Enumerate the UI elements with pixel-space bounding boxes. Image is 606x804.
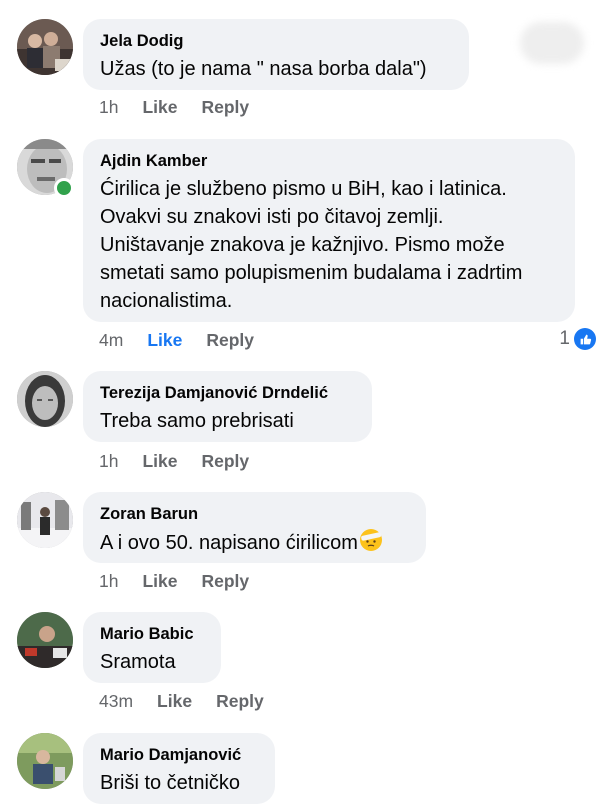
comment-author[interactable]: Mario Damjanović <box>100 745 257 765</box>
comment-time[interactable]: 1h <box>99 451 118 472</box>
comment-text: Ćirilica je službeno pismo u BiH, kao i … <box>100 175 557 315</box>
like-button[interactable]: Like <box>142 571 177 592</box>
comment-bubble: Mario Damjanović Briši to četničko <box>83 733 275 804</box>
comment-bubble: Jela Dodig Užas (to je nama " nasa borba… <box>83 19 469 90</box>
avatar-photo <box>17 492 73 548</box>
reaction-count: 1 <box>559 328 570 349</box>
comment-bubble: Mario Babic Sramota <box>83 612 221 683</box>
like-button[interactable]: Like <box>142 97 177 118</box>
comment-text: Užas (to je nama " nasa borba dala") <box>100 58 427 80</box>
comment-actions: 1h Like Reply <box>99 451 249 472</box>
comment-text: Briši to četničko <box>100 772 241 794</box>
comment-author[interactable]: Terezija Damjanović Drndelić <box>100 383 354 403</box>
comment-author[interactable]: Zoran Barun <box>100 504 408 524</box>
avatar[interactable] <box>17 492 73 548</box>
reply-button[interactable]: Reply <box>202 97 250 118</box>
comment-time[interactable]: 1h <box>99 571 118 592</box>
like-thumb-icon <box>574 328 596 350</box>
avatar-photo <box>17 612 73 668</box>
comment-author[interactable]: Ajdin Kamber <box>100 151 557 171</box>
comment-actions: 43m Like Reply <box>99 691 264 712</box>
comment-text-line: Ćirilica je službeno pismo u BiH, kao i … <box>100 178 507 200</box>
reaction-summary[interactable]: 1 <box>559 328 596 350</box>
reply-button[interactable]: Reply <box>216 691 264 712</box>
avatar[interactable] <box>17 371 73 427</box>
comment-bubble: Ajdin Kamber Ćirilica je službeno pismo … <box>83 139 575 322</box>
comment-bubble: Terezija Damjanović Drndelić Treba samo … <box>83 371 372 442</box>
comment-actions: 1h Like Reply <box>99 571 249 592</box>
comment-text-line: smetati samo polupismenim budalama i zad… <box>100 262 523 284</box>
comment-text-line: Uništavanje znakova je kažnjivo. Pismo m… <box>100 234 505 256</box>
comment-text-line: nacionalistima. <box>100 290 233 312</box>
comment-time[interactable]: 4m <box>99 330 123 351</box>
comment-actions: 4m Like Reply <box>99 330 254 351</box>
avatar-photo <box>17 19 73 75</box>
reply-button[interactable]: Reply <box>202 571 250 592</box>
comment-author[interactable]: Mario Babic <box>100 624 203 644</box>
like-button[interactable]: Like <box>147 330 182 351</box>
comment-time[interactable]: 1h <box>99 97 118 118</box>
comment-bubble: Zoran Barun A i ovo 50. napisano ćirilic… <box>83 492 426 563</box>
comment-text: A i ovo 50. napisano ćirilicom <box>100 528 408 557</box>
reply-button[interactable]: Reply <box>206 330 254 351</box>
comment-text-line: Ovakvi su znakovi isti po čitavoj zemlji… <box>100 206 444 228</box>
avatar-photo <box>17 733 73 789</box>
avatar[interactable] <box>17 612 73 668</box>
face-with-head-bandage-emoji <box>359 529 382 551</box>
avatar-photo <box>17 371 73 427</box>
avatar[interactable] <box>17 733 73 789</box>
comment-text-content: A i ovo 50. napisano ćirilicom <box>100 532 358 554</box>
comment-text: Sramota <box>100 651 176 673</box>
reply-button[interactable]: Reply <box>202 451 250 472</box>
comment-time[interactable]: 43m <box>99 691 133 712</box>
comment-author[interactable]: Jela Dodig <box>100 31 451 51</box>
avatar[interactable] <box>17 19 73 75</box>
like-button[interactable]: Like <box>157 691 192 712</box>
comment-text: Treba samo prebrisati <box>100 410 294 432</box>
blurred-overlay <box>520 22 584 64</box>
comment-actions: 1h Like Reply <box>99 97 249 118</box>
online-status-indicator <box>54 178 74 198</box>
like-button[interactable]: Like <box>142 451 177 472</box>
